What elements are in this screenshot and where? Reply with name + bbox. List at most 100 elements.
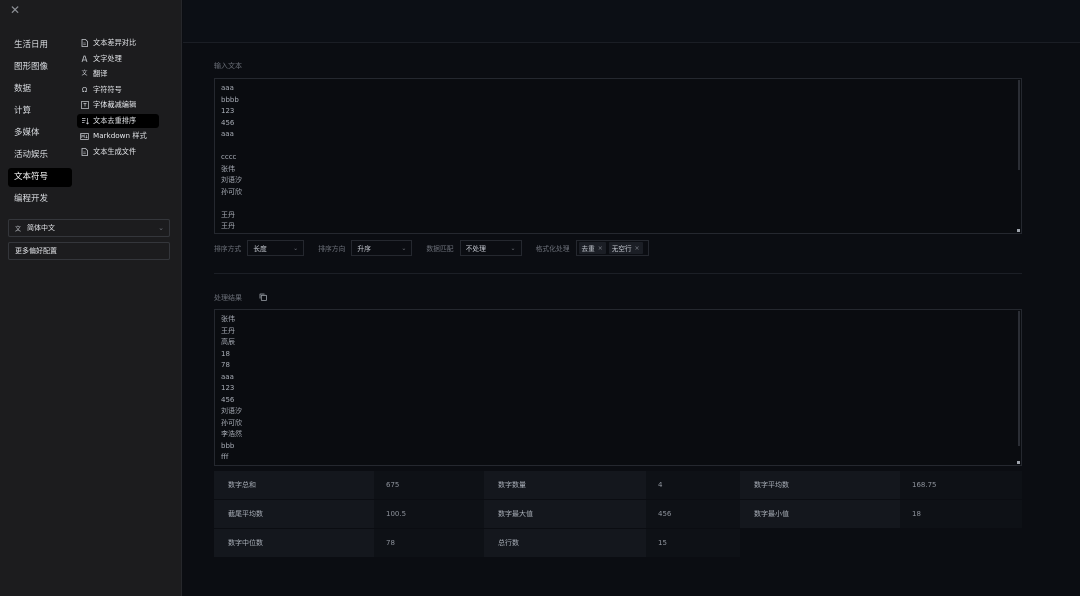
tool-item-dedupe-sort-active[interactable]: 文本去重排序 (77, 113, 159, 128)
tool-item-label: 翻译 (93, 69, 108, 78)
language-select[interactable]: 文 简体中文 ⌄ (8, 219, 170, 237)
result-textarea[interactable]: 张伟 王丹 高辰 18 78 aaa 123 456 刘语汐 孙可欣 李浩然 b… (214, 309, 1022, 466)
stat-value: 15 (646, 529, 740, 557)
close-icon[interactable]: ✕ (9, 4, 21, 16)
input-line: aaa (221, 130, 234, 138)
stat-key: 截尾平均数 (214, 500, 374, 528)
font-edit-icon (80, 101, 89, 110)
markdown-icon (80, 132, 89, 141)
input-line: 刘语汐 (221, 176, 242, 184)
input-line: bbbb (221, 95, 239, 104)
data-match-value: 不处理 (465, 245, 486, 253)
input-textarea[interactable]: aaa bbbb 123 456 aaa cccc 张伟 刘语汐 孙可欣 王丹 … (214, 78, 1022, 234)
format-tag-label: 无空行 (611, 245, 632, 253)
result-line: 李浩然 (221, 430, 242, 438)
result-line: cccc (221, 464, 1015, 466)
sort-by-select[interactable]: 长度 ⌄ (247, 240, 305, 256)
chevron-down-icon: ⌄ (510, 244, 516, 252)
sort-direction-value: 升序 (357, 245, 371, 253)
tool-list: 文本差异对比 文字处理 文 翻译 Ω 字符符号 字体裁减编辑 文本去重排序 Ma… (77, 36, 159, 160)
stat-value: 78 (374, 529, 484, 557)
format-tags-select[interactable]: 去重 × 无空行 × (575, 240, 649, 256)
category-item[interactable]: 图形图像 (8, 58, 72, 77)
translate-icon: 文 (15, 225, 22, 233)
input-scrollbar[interactable] (1018, 80, 1020, 170)
input-line: 孙可欣 (221, 187, 242, 196)
input-line: 456 (221, 118, 235, 127)
stat-key: 总行数 (484, 529, 646, 557)
category-item-active[interactable]: 文本符号 (8, 168, 72, 187)
result-line: 孙可欣 (221, 418, 242, 427)
sort-direction-select[interactable]: 升序 ⌄ (351, 240, 413, 256)
sort-by-value: 长度 (253, 245, 267, 253)
tool-item-label: 字体裁减编辑 (93, 100, 137, 109)
result-line: bbb (221, 441, 235, 450)
stat-value: 168.75 (900, 471, 1022, 499)
result-line: 张伟 (221, 315, 235, 323)
result-line: 78 (221, 361, 230, 369)
more-preferences-label: 更多偏好配置 (15, 247, 57, 255)
tool-item-symbols[interactable]: Ω 字符符号 (77, 83, 159, 97)
category-item[interactable]: 编程开发 (8, 190, 72, 209)
close-icon[interactable]: × (635, 245, 640, 252)
stat-value: 675 (374, 471, 484, 499)
result-line: aaa (221, 372, 234, 381)
tool-item-text-processing[interactable]: 文字处理 (77, 52, 159, 66)
stat-key: 数字最小值 (740, 500, 900, 528)
data-match-select[interactable]: 不处理 ⌄ (459, 240, 522, 256)
result-scrollbar[interactable] (1018, 311, 1020, 446)
input-line: aaa (221, 84, 234, 92)
doc-icon (80, 39, 89, 48)
close-icon[interactable]: × (598, 245, 603, 252)
more-preferences-button[interactable]: 更多偏好配置 (8, 242, 170, 260)
tool-item-markdown[interactable]: Markdown 样式 (77, 129, 159, 143)
tool-item-text-diff[interactable]: 文本差异对比 (77, 36, 159, 50)
file-icon (80, 147, 89, 156)
tool-item-translate[interactable]: 文 翻译 (77, 67, 159, 81)
sort-icon (80, 116, 89, 125)
stat-value: 100.5 (374, 500, 484, 528)
category-item[interactable]: 活动娱乐 (8, 146, 72, 165)
result-line: 123 (221, 384, 235, 392)
stats-row: 数字中位数 78 总行数 15 (214, 529, 1022, 557)
resize-handle[interactable] (1017, 461, 1020, 464)
font-icon (80, 54, 89, 63)
tool-item-label: 字符符号 (93, 84, 122, 94)
result-line: 456 (221, 395, 235, 404)
data-match-label: 数据匹配 (426, 245, 454, 253)
format-tag: 去重 × (578, 242, 606, 254)
tool-item-font-edit[interactable]: 字体裁减编辑 (77, 98, 159, 112)
input-line (221, 198, 1015, 210)
stats-row: 截尾平均数 100.5 数字最大值 456 数字最小值 18 (214, 500, 1022, 528)
divider (214, 273, 1022, 274)
tool-item-label: 文本去重排序 (93, 115, 137, 125)
copy-icon[interactable] (259, 293, 267, 301)
main-panel: 输入文本 aaa bbbb 123 456 aaa cccc 张伟 刘语汐 孙可… (183, 44, 1080, 596)
stat-value: 18 (900, 500, 1022, 528)
language-value: 简体中文 (27, 224, 56, 232)
input-label: 输入文本 (214, 62, 242, 70)
sort-direction-label: 排序方向 (318, 245, 346, 253)
category-item[interactable]: 多媒体 (8, 124, 72, 143)
tool-item-text-to-file[interactable]: 文本生成文件 (77, 145, 159, 159)
input-line: 王丹 (221, 210, 235, 219)
result-label: 处理结果 (214, 294, 242, 302)
stat-key: 数字平均数 (740, 471, 900, 499)
category-item[interactable]: 生活日用 (8, 36, 72, 55)
input-line: cccc (221, 153, 237, 161)
input-line: 123 (221, 107, 235, 115)
category-item[interactable]: 数据 (8, 80, 72, 99)
tool-item-label: 文本生成文件 (93, 146, 137, 156)
format-label: 格式化处理 (535, 245, 570, 253)
sort-by-label: 排序方式 (214, 245, 242, 253)
resize-handle[interactable] (1017, 229, 1020, 232)
translate-icon: 文 (81, 70, 88, 77)
category-item[interactable]: 计算 (8, 102, 72, 121)
chevron-down-icon: ⌄ (293, 244, 299, 252)
stat-key: 数字中位数 (214, 529, 374, 557)
result-line: 刘语汐 (221, 407, 242, 415)
stat-value: 456 (646, 500, 740, 528)
result-line: fff (221, 453, 229, 461)
category-list: 生活日用 图形图像 数据 计算 多媒体 活动娱乐 文本符号 编程开发 (8, 36, 72, 212)
format-tag: 无空行 × (608, 242, 643, 254)
